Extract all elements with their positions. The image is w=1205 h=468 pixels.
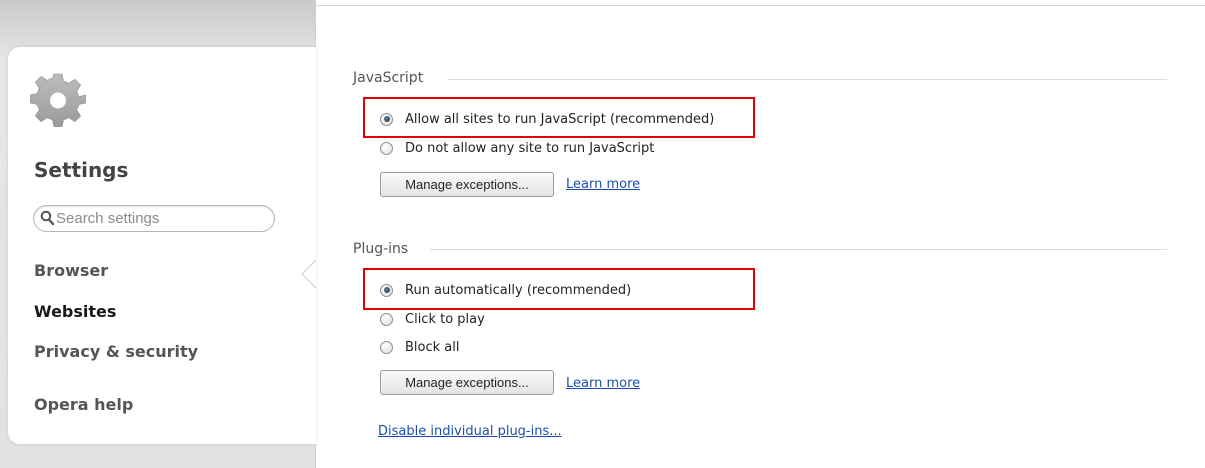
radio-block-all[interactable]: Block all xyxy=(380,338,459,356)
sidebar-item-browser[interactable]: Browser xyxy=(34,261,108,280)
radio-button[interactable] xyxy=(380,312,393,326)
plugins-section-rule xyxy=(430,249,1167,250)
disable-individual-plugins-link[interactable]: Disable individual plug-ins... xyxy=(378,424,562,439)
radio-button[interactable] xyxy=(380,340,393,354)
javascript-section-rule xyxy=(448,79,1167,80)
active-item-pointer xyxy=(301,256,317,292)
top-border xyxy=(316,5,1205,6)
sidebar-item-websites[interactable]: Websites xyxy=(34,302,116,321)
plugins-learn-more-link[interactable]: Learn more xyxy=(566,376,640,391)
search-input[interactable] xyxy=(56,208,266,228)
javascript-learn-more-link[interactable]: Learn more xyxy=(566,177,640,192)
page-title: Settings xyxy=(34,158,129,182)
radio-button[interactable] xyxy=(380,141,393,155)
gear-icon xyxy=(30,73,86,127)
radio-label: Block all xyxy=(405,339,460,355)
radio-label: Click to play xyxy=(405,311,485,327)
sidebar-item-privacy-security[interactable]: Privacy & security xyxy=(34,342,198,361)
javascript-section-title: JavaScript xyxy=(353,70,424,86)
search-box[interactable] xyxy=(33,205,275,232)
plugins-section-title: Plug-ins xyxy=(353,241,409,257)
settings-sidebar: Settings Browser Websites Privacy & secu… xyxy=(8,47,316,444)
radio-click-to-play[interactable]: Click to play xyxy=(380,310,485,328)
sidebar-item-opera-help[interactable]: Opera help xyxy=(34,395,133,414)
plugins-manage-exceptions-button[interactable]: Manage exceptions... xyxy=(380,370,554,395)
search-icon xyxy=(40,210,54,226)
radio-button-checked[interactable] xyxy=(380,283,393,297)
radio-label: Do not allow any site to run JavaScript xyxy=(405,140,655,156)
javascript-manage-exceptions-button[interactable]: Manage exceptions... xyxy=(380,172,554,197)
radio-label: Run automatically (recommended) xyxy=(405,282,632,298)
radio-allow-javascript[interactable]: Allow all sites to run JavaScript (recom… xyxy=(380,110,714,128)
radio-button-checked[interactable] xyxy=(380,112,393,126)
radio-run-automatically[interactable]: Run automatically (recommended) xyxy=(380,281,631,299)
radio-block-javascript[interactable]: Do not allow any site to run JavaScript xyxy=(380,139,654,157)
radio-label: Allow all sites to run JavaScript (recom… xyxy=(405,111,715,127)
